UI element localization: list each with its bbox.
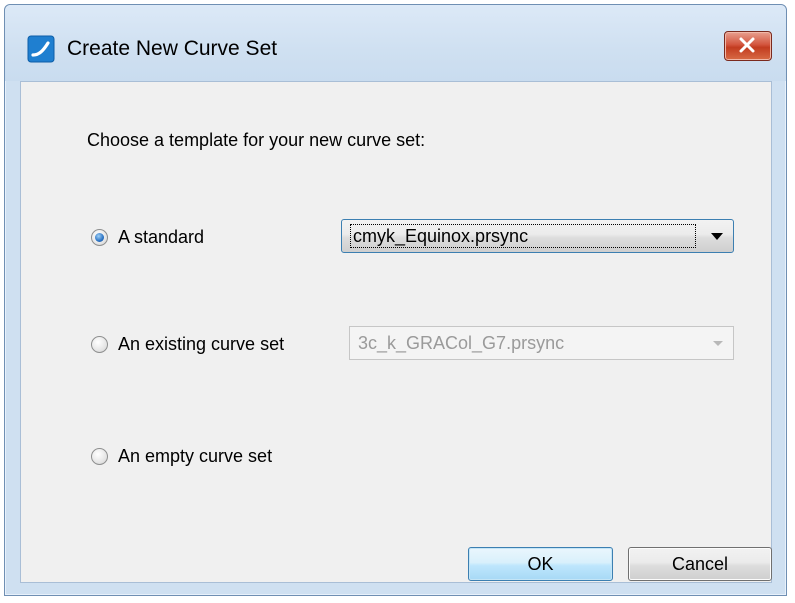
standard-dropdown-value: cmyk_Equinox.prsync	[350, 224, 696, 248]
option-standard[interactable]: A standard	[91, 227, 204, 248]
curve-app-icon	[27, 35, 55, 63]
close-button[interactable]	[724, 31, 772, 61]
close-icon	[739, 37, 755, 53]
chevron-down-icon	[713, 341, 723, 346]
dialog-body: Choose a template for your new curve set…	[20, 81, 772, 583]
existing-dropdown-value: 3c_k_GRACol_G7.prsync	[358, 333, 565, 353]
dialog-window: Create New Curve Set Choose a template f…	[4, 4, 787, 596]
radio-empty[interactable]	[91, 448, 108, 465]
cancel-button[interactable]: Cancel	[628, 547, 772, 581]
chevron-down-icon[interactable]	[711, 233, 723, 240]
radio-existing[interactable]	[91, 336, 108, 353]
option-existing[interactable]: An existing curve set	[91, 334, 284, 355]
radio-existing-label[interactable]: An existing curve set	[118, 334, 284, 355]
option-empty[interactable]: An empty curve set	[91, 446, 272, 467]
standard-dropdown[interactable]: cmyk_Equinox.prsync	[341, 219, 734, 253]
prompt-label: Choose a template for your new curve set…	[87, 130, 426, 150]
existing-dropdown: 3c_k_GRACol_G7.prsync	[349, 326, 734, 360]
dialog-title: Create New Curve Set	[67, 37, 278, 60]
title-bar[interactable]: Create New Curve Set	[5, 5, 786, 81]
ok-button[interactable]: OK	[468, 547, 613, 581]
radio-empty-label[interactable]: An empty curve set	[118, 446, 272, 467]
radio-standard-label[interactable]: A standard	[118, 227, 204, 248]
radio-standard[interactable]	[91, 229, 108, 246]
